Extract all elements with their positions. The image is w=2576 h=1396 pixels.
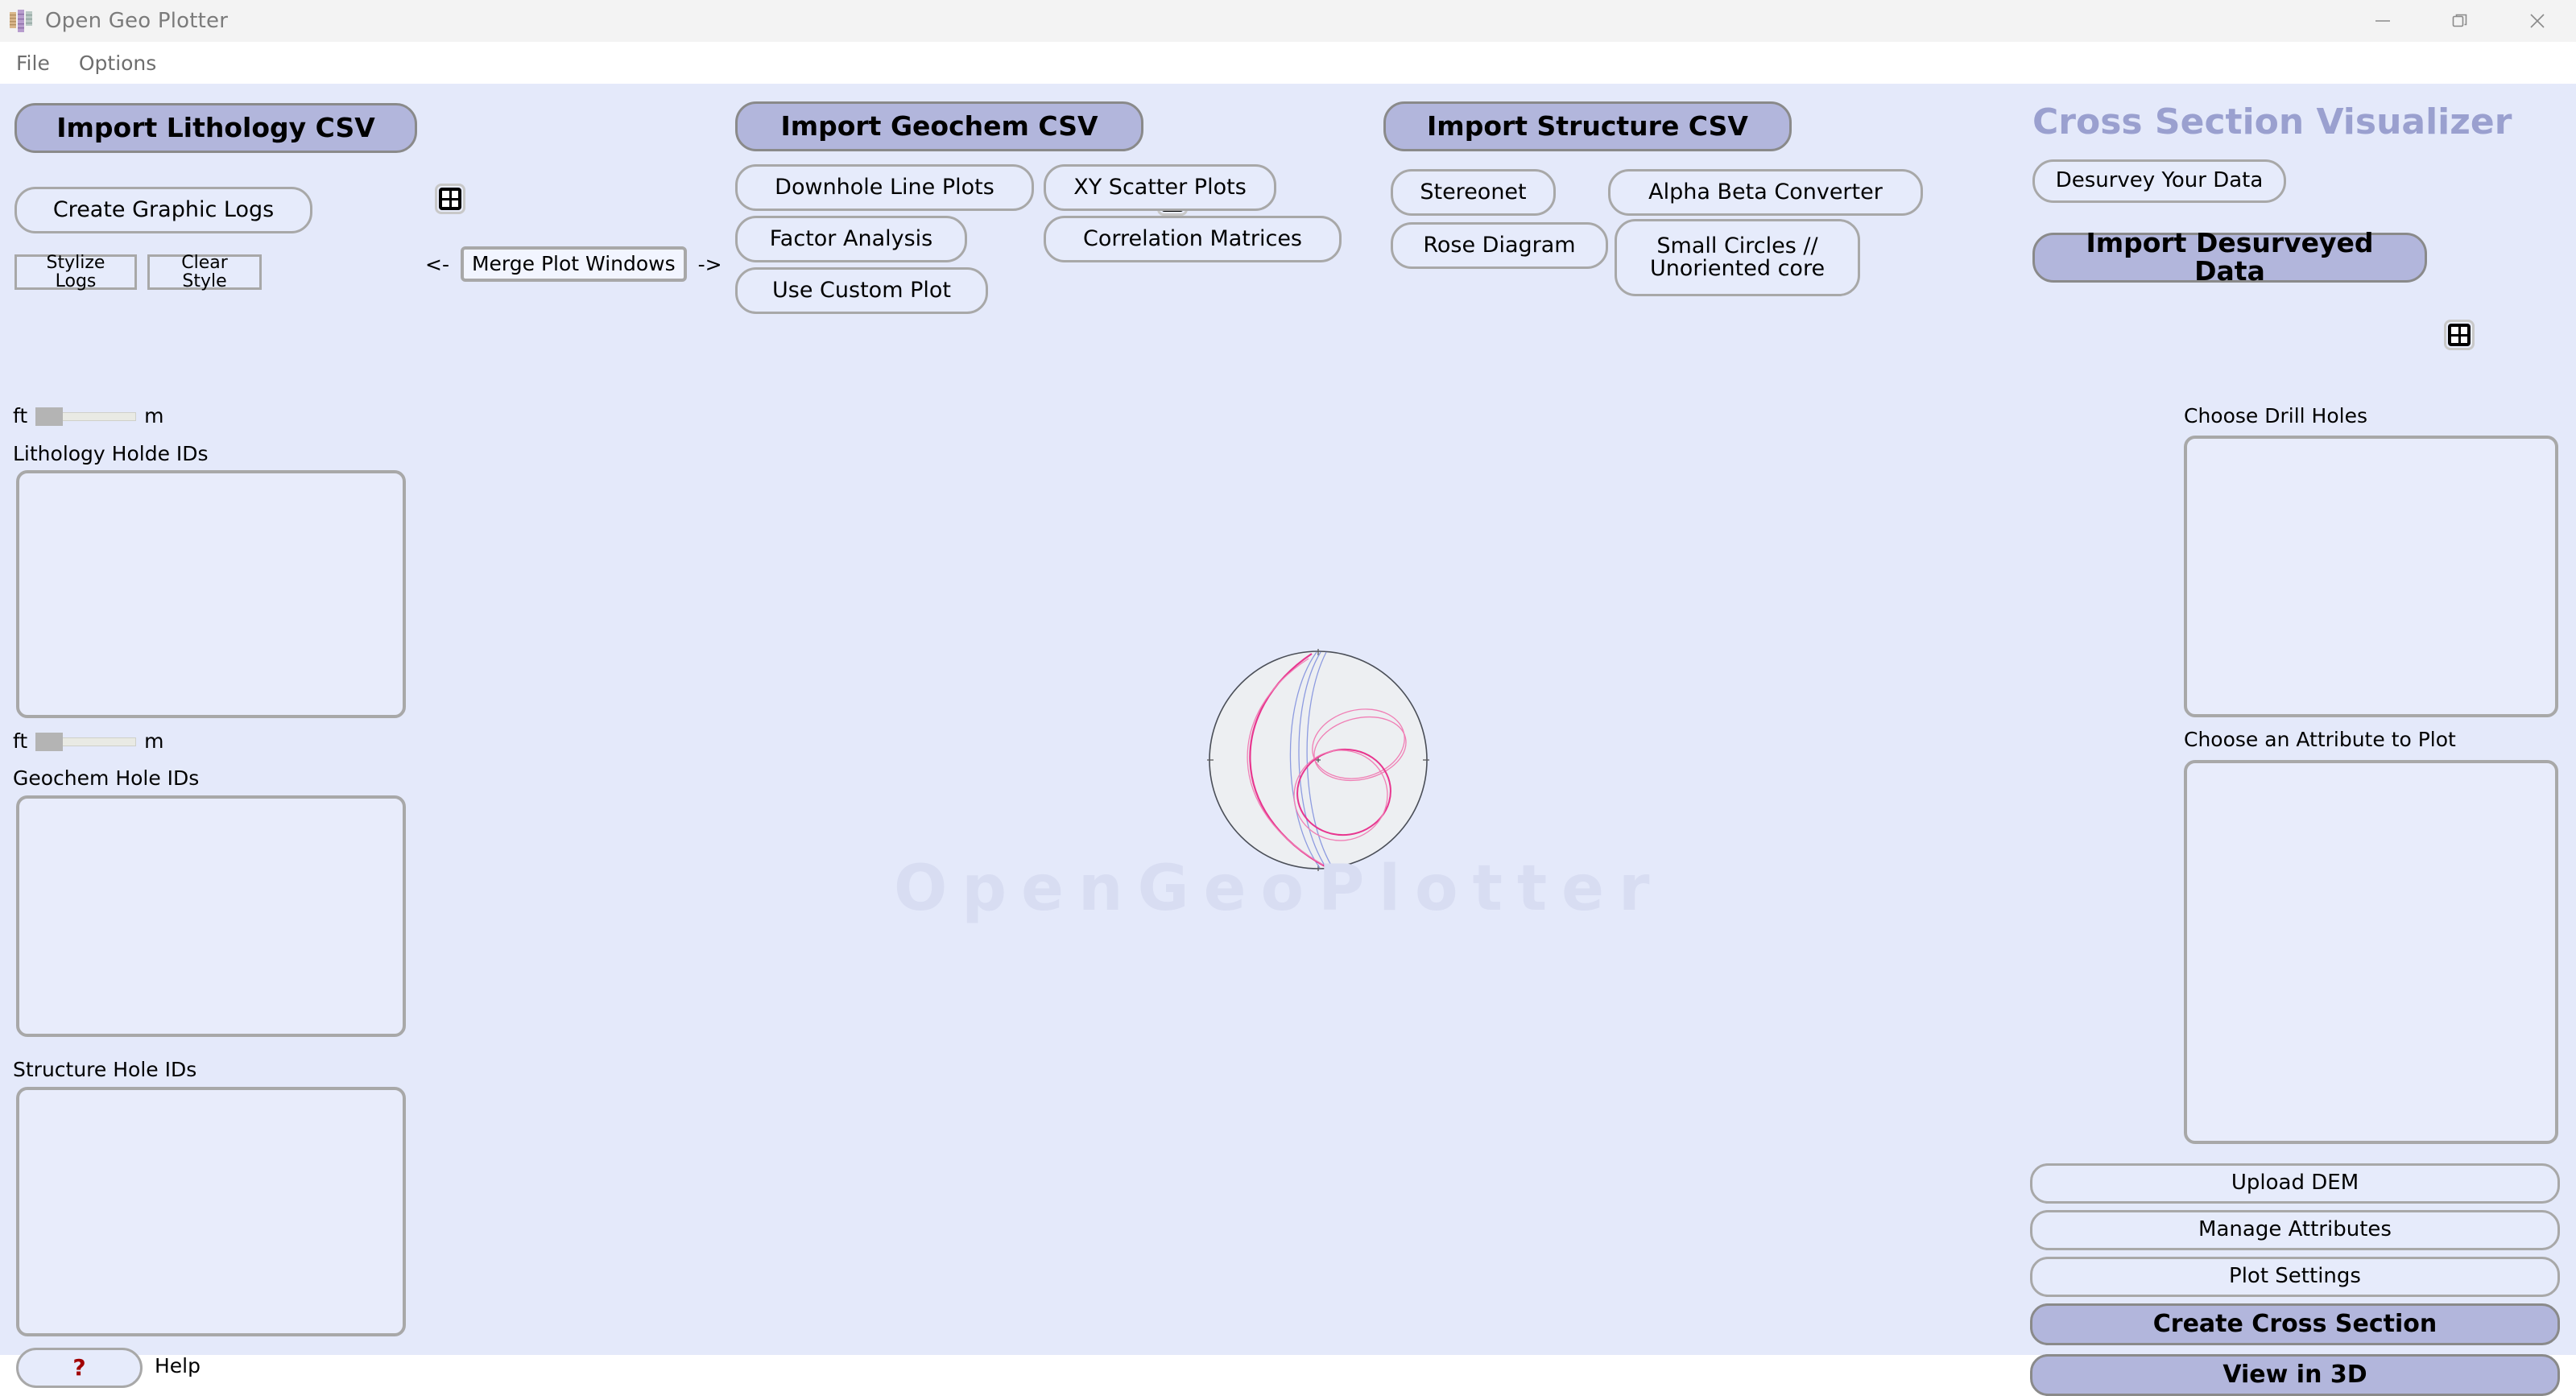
choose-attribute-label: Choose an Attribute to Plot [2184,728,2456,751]
app-logo-icon [10,10,32,32]
app-body: Import Lithology CSV Create Graphic Logs… [0,84,2576,1396]
use-custom-plot-button[interactable]: Use Custom Plot [735,267,988,314]
rose-diagram-button[interactable]: Rose Diagram [1391,222,1608,269]
structure-hole-ids-label: Structure Hole IDs [13,1058,197,1081]
help-button[interactable]: ? [16,1348,143,1388]
geochem-unit-slider-row: ft m [13,729,164,753]
lithology-panel: Import Lithology CSV [14,103,417,153]
upload-dem-button[interactable]: Upload DEM [2030,1163,2560,1204]
lithology-unit-slider[interactable] [35,407,137,426]
lithology-unit-slider-row: ft m [13,404,164,427]
import-desurveyed-data-button[interactable]: Import Desurveyed Data [2032,229,2427,285]
lithology-unit-ft-label: ft [13,404,28,427]
view-in-3d-button[interactable]: View in 3D [2030,1354,2560,1396]
geochem-unit-ft-label: ft [13,729,28,753]
lithology-hole-ids-label: Lithology Holde IDs [13,442,209,465]
stereonet-button[interactable]: Stereonet [1391,169,1556,216]
create-cross-section-button[interactable]: Create Cross Section [2030,1303,2560,1345]
merge-plot-windows-button[interactable]: Merge Plot Windows [460,246,687,282]
merge-plot-windows-row: <- Merge Plot Windows -> [425,246,722,282]
small-circles-unoriented-core-button[interactable]: Small Circles // Unoriented core [1615,219,1860,296]
structure-hole-ids-listbox[interactable] [16,1087,406,1336]
close-icon [2530,14,2545,28]
create-graphic-logs-button[interactable]: Create Graphic Logs [14,187,312,233]
slider-knob[interactable] [35,407,64,426]
canvas-watermark: OpenGeoPlotter [894,853,1664,925]
stylize-logs-button[interactable]: Stylize Logs [14,254,137,291]
window-title: Open Geo Plotter [45,9,229,33]
lithology-unit-m-label: m [144,404,164,427]
minimize-button[interactable] [2344,0,2421,42]
title-bar: Open Geo Plotter [0,0,2576,42]
maximize-icon [2452,14,2467,27]
geochem-hole-ids-label: Geochem Hole IDs [13,766,200,790]
factor-analysis-button[interactable]: Factor Analysis [735,216,967,262]
choose-drill-holes-label: Choose Drill Holes [2184,404,2368,427]
clear-style-button[interactable]: Clear Style [147,254,262,291]
lithology-hole-ids-listbox[interactable] [16,470,406,718]
import-lithology-csv-button[interactable]: Import Lithology CSV [14,103,417,153]
merge-right-arrow: -> [697,252,722,276]
drill-holes-listbox[interactable] [2184,436,2558,717]
desurveyed-table-grid-icon[interactable] [2444,320,2475,350]
minimize-icon [2375,20,2390,22]
attribute-listbox[interactable] [2184,760,2558,1144]
alpha-beta-converter-button[interactable]: Alpha Beta Converter [1608,169,1923,216]
maximize-button[interactable] [2421,0,2499,42]
slider-knob[interactable] [35,732,64,751]
xy-scatter-plots-button[interactable]: XY Scatter Plots [1044,164,1276,211]
lithology-table-grid-icon[interactable] [435,184,465,214]
menu-bar: File Options [0,42,2576,84]
import-structure-csv-button[interactable]: Import Structure CSV [1383,101,1792,151]
close-button[interactable] [2499,0,2576,42]
window-controls [2344,0,2576,42]
plot-settings-button[interactable]: Plot Settings [2030,1257,2560,1297]
help-label: Help [155,1354,201,1377]
geochem-hole-ids-listbox[interactable] [16,795,406,1037]
cross-section-visualizer-title: Cross Section Visualizer [2032,101,2512,142]
stereonet-preview-graphic [1207,649,1429,871]
menu-item-file[interactable]: File [16,52,50,75]
desurvey-your-data-button[interactable]: Desurvey Your Data [2032,159,2286,203]
correlation-matrices-button[interactable]: Correlation Matrices [1044,216,1342,262]
menu-item-options[interactable]: Options [79,52,156,75]
manage-attributes-button[interactable]: Manage Attributes [2030,1210,2560,1250]
geochem-unit-m-label: m [144,729,164,753]
import-geochem-csv-button[interactable]: Import Geochem CSV [735,101,1143,151]
geochem-unit-slider[interactable] [35,732,137,751]
merge-left-arrow: <- [425,252,449,276]
downhole-line-plots-button[interactable]: Downhole Line Plots [735,164,1034,211]
